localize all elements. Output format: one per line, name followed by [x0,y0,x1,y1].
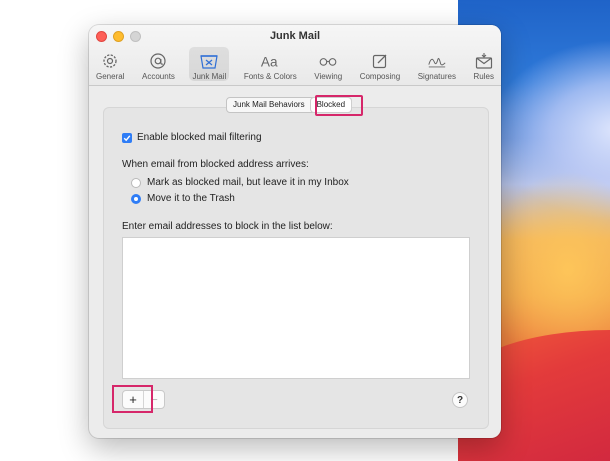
option-trash-radio[interactable] [131,193,141,204]
blocked-tab-highlight [315,95,363,116]
option-mark-radio[interactable] [131,177,141,188]
enable-blocked-checkbox[interactable] [122,132,132,143]
window-title: Junk Mail [269,30,321,42]
junk-mail-preferences-window: Junk Mail General Accounts Junk Mail Aa … [89,25,501,438]
toolbar-label: Junk Mail [192,72,227,81]
enable-blocked-row[interactable]: Enable blocked mail filtering [122,132,262,143]
toolbar-label: Composing [359,72,401,81]
junk-tray-icon [199,52,219,70]
option-mark-label: Mark as blocked mail, but leave it in my… [147,177,349,188]
compose-icon [370,52,390,70]
toolbar-accounts[interactable]: Accounts [139,47,178,81]
toolbar-signatures[interactable]: Signatures [415,47,459,81]
arrives-label: When email from blocked address arrives: [122,159,309,170]
enable-blocked-label: Enable blocked mail filtering [137,132,262,143]
toolbar-label: Viewing [314,72,343,81]
toolbar-viewing[interactable]: Viewing [311,47,345,81]
font-icon: Aa [260,52,280,70]
toolbar-label: Accounts [142,72,175,81]
option-trash-label: Move it to the Trash [147,193,235,204]
toolbar-fonts-colors[interactable]: Aa Fonts & Colors [241,47,300,81]
toolbar-composing[interactable]: Composing [357,47,403,81]
toolbar-label: Fonts & Colors [243,72,297,81]
blocked-addresses-list[interactable] [122,237,470,379]
help-button[interactable]: ? [452,392,468,408]
toolbar-label: General [96,72,125,81]
svg-text:Aa: Aa [261,54,278,69]
rules-envelope-icon [474,52,494,70]
toolbar-label: Rules [473,72,494,81]
toolbar-label: Signatures [417,72,456,81]
glasses-icon [318,52,338,70]
add-button-highlight [112,385,153,413]
toolbar-rules[interactable]: Rules [471,47,497,81]
signature-icon [427,52,447,70]
option-mark-row[interactable]: Mark as blocked mail, but leave it in my… [131,177,349,188]
preferences-toolbar: General Accounts Junk Mail Aa Fonts & Co… [93,47,497,83]
title-bar: Junk Mail General Accounts Junk Mail Aa … [89,25,501,86]
toolbar-general[interactable]: General [93,47,127,81]
at-icon [148,52,168,70]
list-label: Enter email addresses to block in the li… [122,221,333,232]
option-trash-row[interactable]: Move it to the Trash [131,193,235,204]
gear-icon [100,52,120,70]
toolbar-junk-mail[interactable]: Junk Mail [189,47,230,81]
tab-junk-mail-behaviors[interactable]: Junk Mail Behaviors [227,98,311,112]
